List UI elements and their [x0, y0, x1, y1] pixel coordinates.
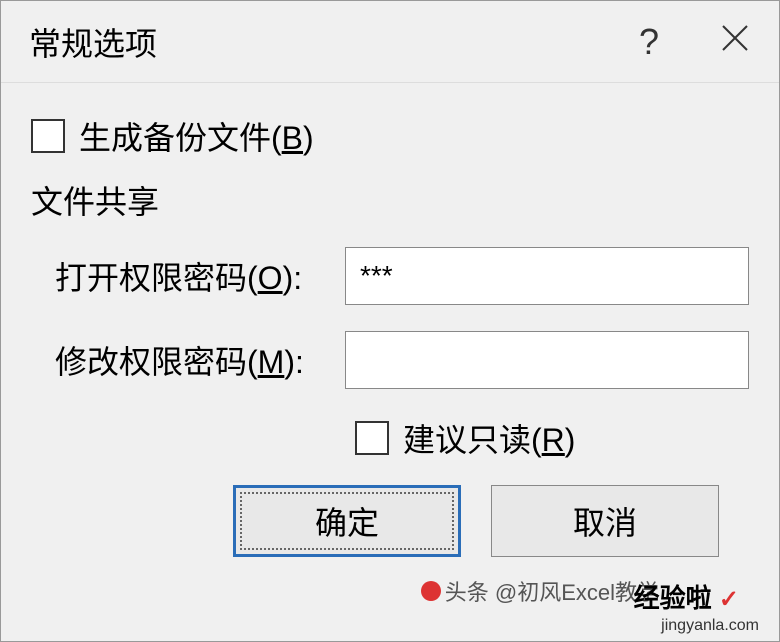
backup-checkbox-row: 生成备份文件(B) [31, 113, 749, 159]
close-icon[interactable] [719, 21, 751, 63]
open-password-input[interactable] [345, 247, 749, 305]
watermark: 头条 @初风Excel教学 [421, 575, 659, 607]
checkmark-icon: ✓ [719, 586, 739, 613]
watermark-text: 头条 @初风Excel教学 [445, 575, 659, 607]
title-bar: 常规选项 ? [1, 1, 779, 83]
readonly-checkbox-row: 建议只读(R) [355, 415, 749, 461]
watermark-brand: 经验啦 ✓ [634, 578, 739, 615]
modify-password-label: 修改权限密码(M): [55, 337, 345, 383]
title-controls: ? [639, 21, 751, 63]
modify-password-row: 修改权限密码(M): [31, 331, 749, 389]
dialog-title: 常规选项 [29, 19, 157, 65]
modify-password-input[interactable] [345, 331, 749, 389]
readonly-checkbox[interactable] [355, 421, 389, 455]
backup-checkbox[interactable] [31, 119, 65, 153]
open-password-label: 打开权限密码(O): [55, 253, 345, 299]
file-sharing-section-label: 文件共享 [31, 177, 749, 223]
dialog-content: 生成备份文件(B) 文件共享 打开权限密码(O): 修改权限密码(M): 建议只… [1, 83, 779, 557]
watermark-url: jingyanla.com [661, 617, 759, 635]
help-icon[interactable]: ? [639, 21, 659, 63]
general-options-dialog: 常规选项 ? 生成备份文件(B) 文件共享 打开权限密码(O): 修改权限密码(… [0, 0, 780, 642]
button-row: 确定 取消 [31, 485, 749, 557]
open-password-row: 打开权限密码(O): [31, 247, 749, 305]
backup-checkbox-label: 生成备份文件(B) [79, 113, 314, 159]
cancel-button[interactable]: 取消 [491, 485, 719, 557]
ok-button[interactable]: 确定 [233, 485, 461, 557]
watermark-icon [421, 581, 441, 601]
readonly-checkbox-label: 建议只读(R) [403, 415, 575, 461]
